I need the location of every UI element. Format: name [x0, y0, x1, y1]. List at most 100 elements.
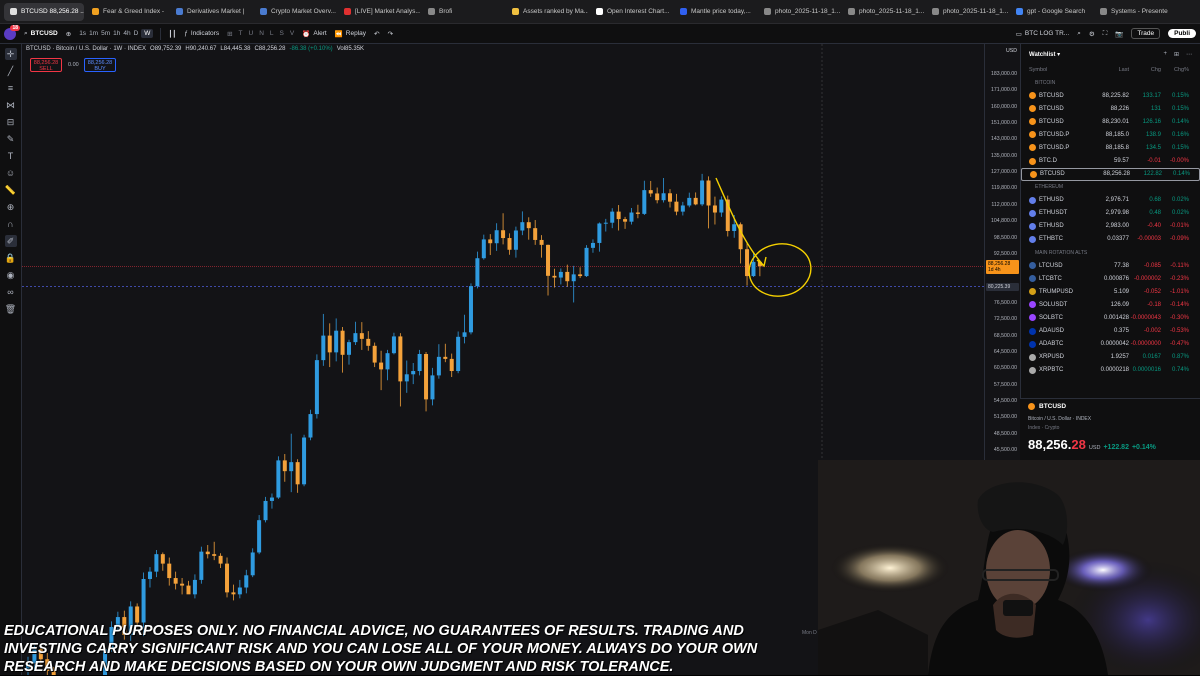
trade-button[interactable]: Trade [1131, 28, 1161, 39]
coin-icon [1029, 301, 1036, 309]
ruler-icon[interactable]: 📏 [5, 184, 17, 196]
timeframe-option[interactable]: 5m [101, 30, 110, 37]
alert-button[interactable]: ⏰ Alert [298, 24, 330, 43]
watchlist-row[interactable]: ETHUSD 2,983.00 -0.40 -0.01% [1021, 220, 1200, 233]
watchlist-section-header[interactable]: MAIN ROTATION ALTS [1021, 246, 1200, 259]
redo-button[interactable]: ↷ [383, 24, 396, 43]
trash-icon[interactable]: 🗑 [5, 303, 17, 315]
tool-icon-s[interactable]: S [280, 30, 284, 37]
watchlist-row[interactable]: TRUMPUSD 5.109 -0.052 -1.01% [1021, 285, 1200, 298]
pattern-icon[interactable]: ⋈ [5, 99, 17, 111]
add-symbol-icon[interactable]: + [1163, 51, 1167, 58]
browser-tab[interactable]: Open Interest Chart... [590, 3, 672, 21]
compare-button[interactable]: ⊕ [62, 24, 75, 43]
browser-tab[interactable]: Fear & Greed Index - [86, 3, 168, 21]
watchlist-row[interactable]: XRPBTC 0.0000218 0.0000016 0.74% [1021, 364, 1200, 377]
browser-tab[interactable]: Derivatives Market | [170, 3, 252, 21]
axis-currency[interactable]: USD [1006, 48, 1017, 54]
tool-icon-v[interactable]: V [290, 30, 294, 37]
zoom-in-icon[interactable]: ⊕ [5, 201, 17, 213]
tool-icon-u[interactable]: U [249, 30, 254, 37]
brush-icon[interactable]: ✎ [5, 133, 17, 145]
watchlist-row[interactable]: BTCUSD.P 88,185.8 134.5 0.15% [1021, 141, 1200, 154]
watchlist-row[interactable]: ETHUSD 2,976.71 0.68 0.02% [1021, 194, 1200, 207]
tool-icon-t[interactable]: T [239, 30, 243, 37]
watchlist-row[interactable]: ADAUSD 0.375 -0.002 -0.53% [1021, 325, 1200, 338]
eye-icon[interactable]: ◉ [5, 269, 17, 281]
sell-button[interactable]: 88,256.28 SELL [30, 58, 62, 72]
undo-button[interactable]: ↶ [370, 24, 383, 43]
account-icon[interactable]: 18 [4, 24, 20, 40]
projection-icon[interactable]: ⊟ [5, 116, 17, 128]
watchlist-row[interactable]: LTCUSD 77.38 -0.085 -0.11% [1021, 259, 1200, 272]
tool-icon-n[interactable]: N [259, 30, 264, 37]
col-symbol[interactable]: Symbol [1029, 67, 1089, 73]
browser-tab[interactable]: photo_2025-11-18_1... [758, 3, 840, 21]
watchlist-row[interactable]: LTCBTC 0.000876 -0.000002 -0.23% [1021, 272, 1200, 285]
snapshot-button[interactable]: 📷 [1111, 24, 1127, 43]
browser-tab[interactable]: Crypto Market Overv... [254, 3, 336, 21]
tool-icon-l[interactable]: L [270, 30, 274, 37]
text-icon[interactable]: T [5, 150, 17, 162]
indicator-templates[interactable]: ⊞ T U N L S V [223, 24, 298, 43]
browser-tab[interactable]: Systems - Presente [1094, 3, 1176, 21]
buy-button[interactable]: 88,256.28 BUY [84, 58, 116, 72]
settings-button[interactable]: ⚙ [1085, 24, 1099, 43]
col-last[interactable]: Last [1089, 67, 1129, 73]
timeframe-option[interactable]: D [134, 30, 139, 37]
watchlist-section-header[interactable]: ETHEREUM [1021, 181, 1200, 194]
col-chg[interactable]: Chg [1129, 67, 1161, 73]
watchlist-row[interactable]: XRPUSD 1.9257 0.0167 0.87% [1021, 351, 1200, 364]
browser-tab[interactable]: Brofi [422, 3, 504, 21]
stay-drawing-icon[interactable]: ✐ [4, 235, 17, 247]
watchlist-row[interactable]: SOLBTC 0.001428 -0.0000043 -0.30% [1021, 311, 1200, 324]
browser-tab[interactable]: gpt - Google Search [1010, 3, 1092, 21]
browser-tab[interactable]: Mantle price today,... [674, 3, 756, 21]
watchlist-row[interactable]: ETHBTC 0.03377 -0.00003 -0.09% [1021, 233, 1200, 246]
watchlist-title[interactable]: Watchlist ▾ [1029, 51, 1060, 58]
timeframe-option[interactable]: 1m [89, 30, 98, 37]
indicators-button[interactable]: ƒ Indicators [180, 24, 223, 43]
timeframe-option[interactable]: 1h [113, 30, 120, 37]
watchlist-row[interactable]: BTCUSD.P 88,185.0 138.9 0.16% [1021, 128, 1200, 141]
symbol-search[interactable]: ⌕ BTCUSD [20, 24, 62, 43]
replay-button[interactable]: ⏪ Replay [331, 24, 370, 43]
layout-button[interactable]: ▭ BTC LOG TR... [1012, 24, 1073, 43]
emoji-icon[interactable]: ☺ [5, 167, 17, 179]
col-chgpct[interactable]: Chg% [1161, 67, 1189, 73]
chart-type-button[interactable]: ┃┃ [164, 24, 180, 43]
watchlist-section-header[interactable]: BITCOIN [1021, 76, 1200, 89]
browser-tab[interactable]: photo_2025-11-18_1... [842, 3, 924, 21]
fullscreen-button[interactable]: ⛶ [1099, 24, 1112, 43]
quick-search-button[interactable]: ⌕ [1073, 24, 1085, 43]
price-axis[interactable]: USD 183,000.00 171,000.00 160,000.00 151,00… [984, 44, 1020, 460]
detail-symbol[interactable]: BTCUSD [1039, 403, 1066, 410]
grid-icon[interactable]: ⊞ [1174, 51, 1179, 58]
logo[interactable]: 18 [0, 24, 20, 43]
magnet-icon[interactable]: ∩ [5, 218, 17, 230]
publish-button[interactable]: Publi [1168, 29, 1196, 38]
watchlist-row[interactable]: ETHUSDT 2,979.98 0.48 0.02% [1021, 207, 1200, 220]
watchlist-row[interactable]: SOLUSDT 126.09 -0.18 -0.14% [1021, 298, 1200, 311]
watchlist-row[interactable]: BTCUSD 88,225.82 133.17 0.15% [1021, 89, 1200, 102]
browser-tab[interactable]: Assets ranked by Ma... [506, 3, 588, 21]
link-icon[interactable]: ∞ [5, 286, 17, 298]
row-chg: -0.052 [1143, 288, 1161, 295]
watchlist-row[interactable]: BTCUSD 88,256.28 122.82 0.14% [1021, 167, 1200, 181]
timeframe-option[interactable]: W [141, 29, 154, 38]
browser-tab[interactable]: [LIVE] Market Analys... [338, 3, 420, 21]
detail-price-main: 88,256. [1028, 437, 1072, 452]
lock-icon[interactable]: 🔒 [5, 252, 17, 264]
trendline-icon[interactable]: ╱ [5, 65, 17, 77]
crosshair-icon[interactable]: ✛ [4, 48, 17, 60]
browser-tab[interactable]: BTCUSD 88,256.28 ... [4, 2, 84, 21]
watchlist-row[interactable]: ADABTC 0.0000042 -0.0000000 -0.47% [1021, 338, 1200, 351]
timeframe-option[interactable]: 4h [123, 30, 130, 37]
watchlist-row[interactable]: BTCUSD 88,230.01 126.16 0.14% [1021, 115, 1200, 128]
browser-tab[interactable]: photo_2025-11-18_1... [926, 3, 1008, 21]
fib-icon[interactable]: ≡ [5, 82, 17, 94]
timeframe-option[interactable]: 1s [79, 30, 86, 37]
more-icon[interactable]: ⋯ [1186, 51, 1192, 58]
watchlist-row[interactable]: BTCUSD 88,226 131 0.15% [1021, 102, 1200, 115]
watchlist-row[interactable]: BTC.D 59.57 -0.01 -0.00% [1021, 154, 1200, 167]
